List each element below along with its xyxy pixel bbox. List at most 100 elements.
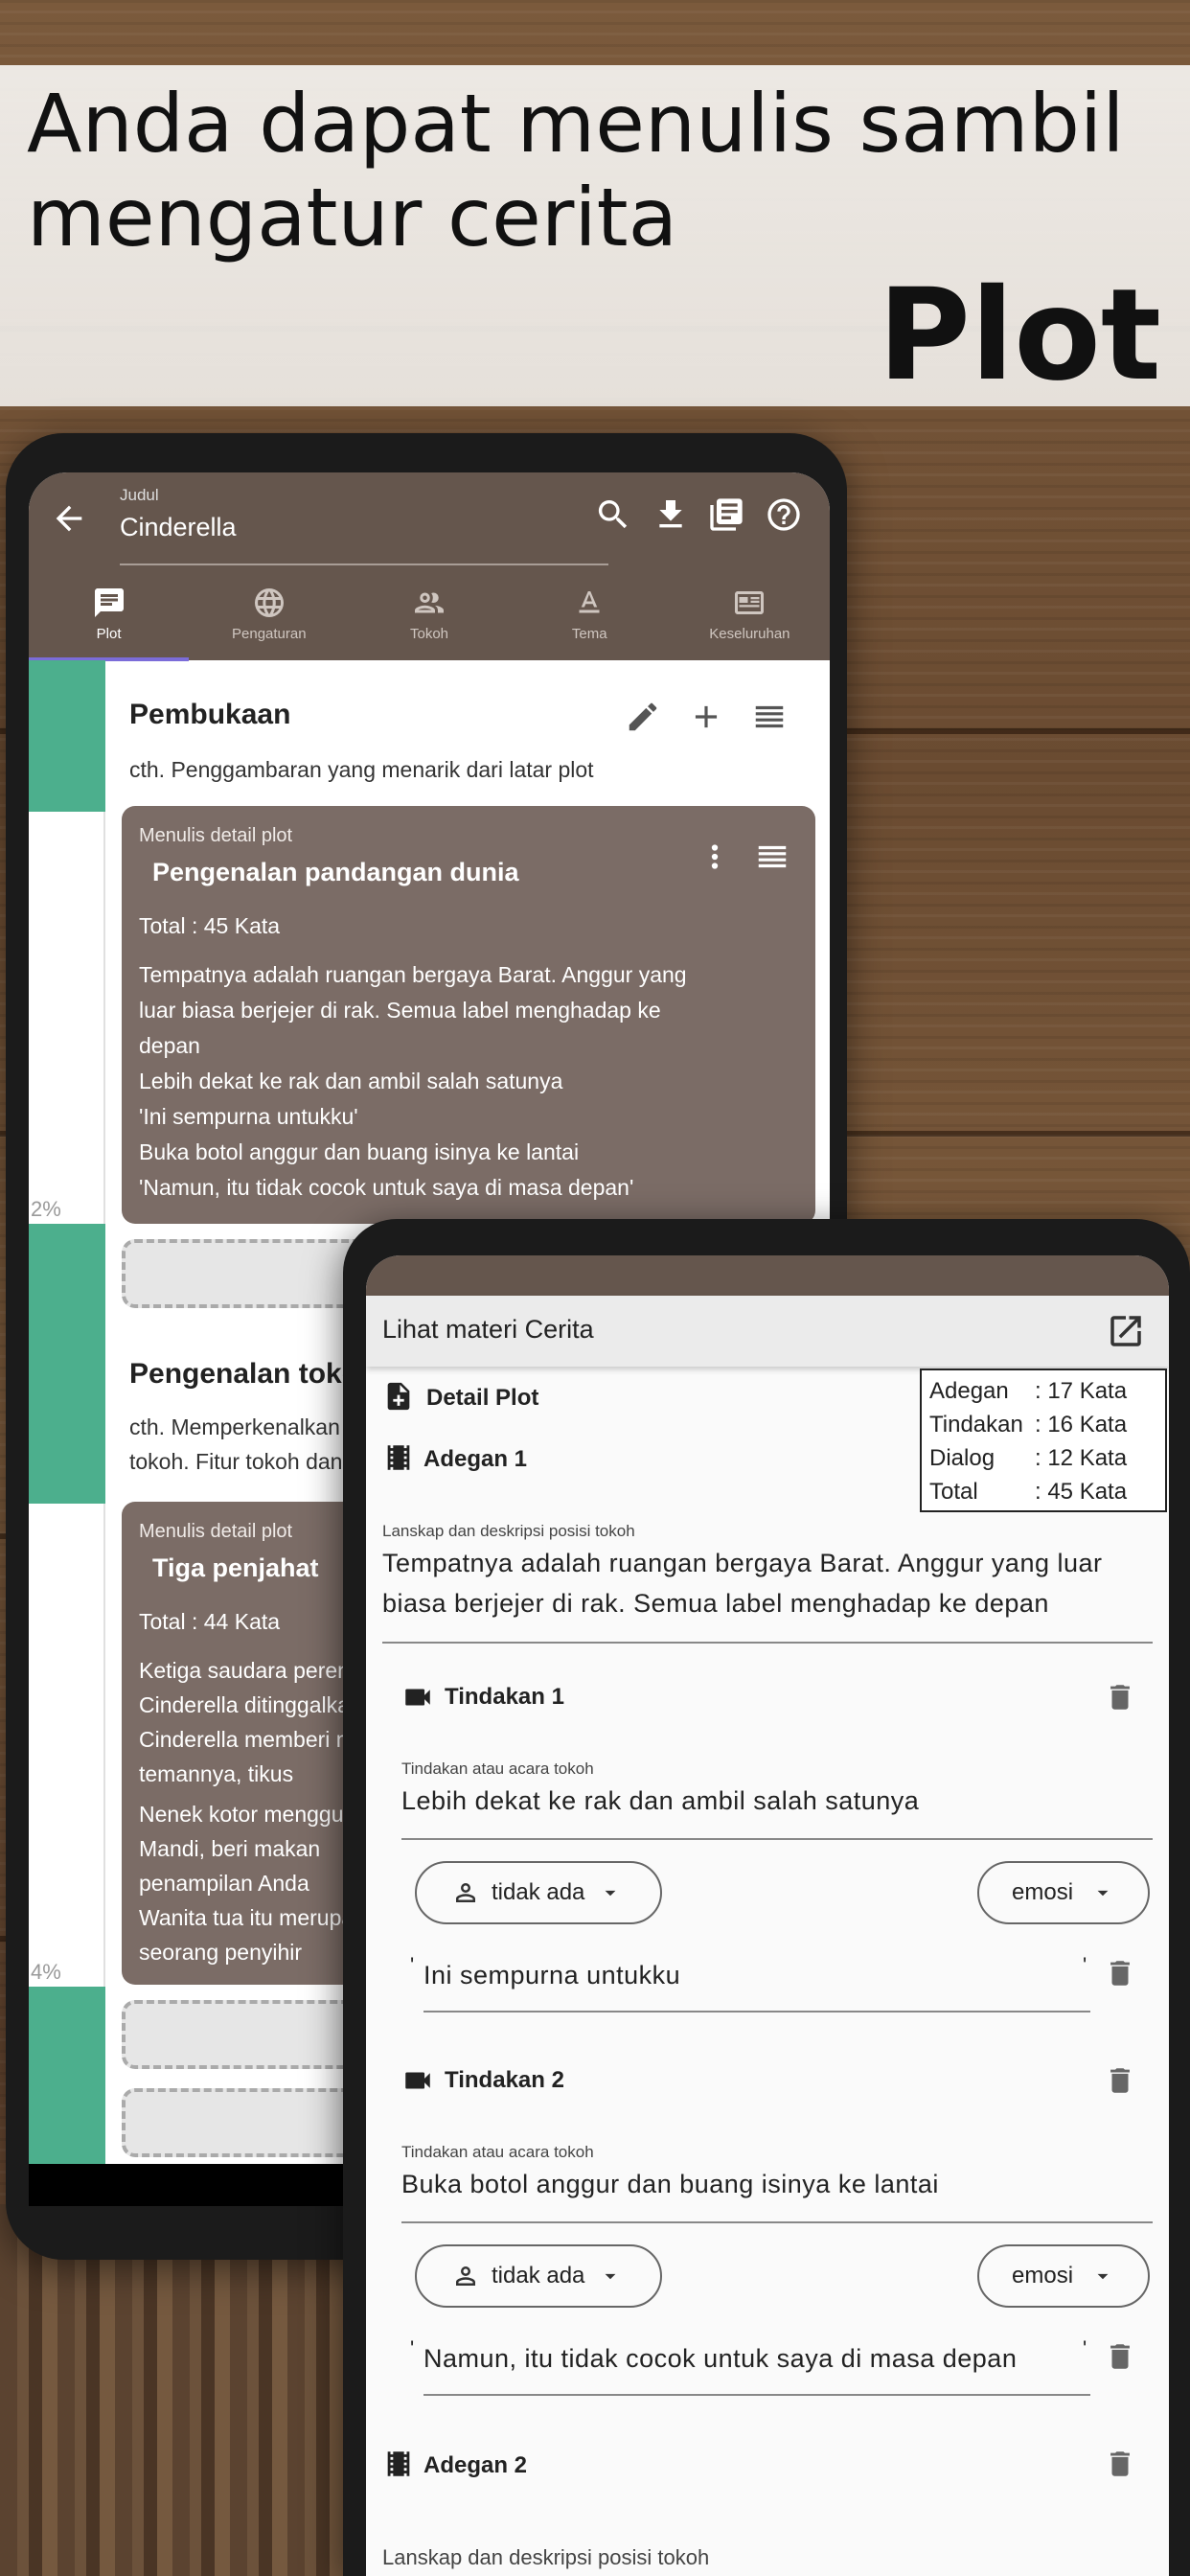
action-label: Tindakan atau acara tokoh — [401, 2143, 594, 2161]
plot-card[interactable]: Menulis detail plot Pengenalan pandangan… — [122, 806, 815, 1224]
action-title: Tindakan 1 — [445, 1684, 564, 1710]
rail-segment — [29, 1989, 105, 2164]
arrow-back-icon[interactable] — [50, 499, 88, 538]
title-field-label: Judul — [120, 486, 159, 504]
landscape-text-line: Tempatnya adalah ruangan bergaya Barat. … — [382, 1549, 1103, 1577]
action-text[interactable]: Buka botol anggur dan buang isinya ke la… — [401, 2164, 939, 2204]
title-field-input[interactable]: Cinderella — [120, 513, 237, 542]
stat-value: : 12 Kata — [1035, 1445, 1128, 1471]
tab-label: Keseluruhan — [709, 626, 790, 642]
delete-icon[interactable] — [1104, 1957, 1136, 1990]
word-count-box: Adegan : 17 Kata Tindakan : 16 Kata Dialog… — [920, 1368, 1167, 1512]
status-area — [366, 1255, 1169, 1296]
section-title: Pengenalan tokoh — [129, 1358, 378, 1390]
delete-icon[interactable] — [1104, 2064, 1136, 2097]
emotion-value: emosi — [1012, 1879, 1074, 1905]
open-in-new-icon[interactable] — [1106, 1311, 1146, 1351]
divider — [382, 1642, 1153, 1644]
stat-key: Dialog — [929, 1445, 995, 1471]
card-line: 'Ini sempurna untukku' — [139, 1104, 358, 1129]
videocam-icon — [405, 1689, 430, 1706]
download-icon[interactable] — [652, 495, 690, 534]
search-icon[interactable] — [594, 495, 632, 534]
help-icon[interactable] — [765, 495, 803, 534]
summary-icon — [735, 591, 765, 614]
tab-tema[interactable]: Tema — [510, 578, 670, 660]
more-vert-icon[interactable] — [697, 839, 733, 875]
card-title: Tiga penjahat — [152, 1553, 319, 1582]
emotion-dropdown[interactable]: emosi — [977, 1861, 1150, 1924]
videocam-icon — [405, 2072, 430, 2089]
card-line: Lebih dekat ke rak dan ambil salah satun… — [139, 1069, 563, 1093]
story-material-screen: Lihat materi Cerita Adegan : 17 Kata Tind… — [366, 1255, 1169, 2576]
tab-pengaturan[interactable]: Pengaturan — [189, 578, 349, 660]
rail-segment — [29, 660, 105, 812]
stat-row: Dialog : 12 Kata — [929, 1441, 1157, 1475]
stat-row: Total : 45 Kata — [929, 1475, 1157, 1508]
card-title: Pengenalan pandangan dunia — [152, 858, 519, 886]
delete-icon[interactable] — [1104, 1681, 1136, 1714]
tab-label: Plot — [96, 626, 122, 642]
section-title: Pembukaan — [129, 699, 291, 730]
emotion-value: emosi — [1012, 2263, 1074, 2288]
title-field-underline — [120, 564, 608, 565]
delete-icon[interactable] — [1104, 2448, 1136, 2480]
people-icon — [415, 592, 444, 613]
reorder-icon[interactable] — [751, 699, 788, 735]
reorder-icon[interactable] — [754, 839, 790, 875]
scene-title: Adegan 2 — [423, 2452, 528, 2478]
rail-segment — [29, 1226, 105, 1504]
card-label: Menulis detail plot — [139, 825, 293, 846]
tab-label: Tema — [571, 626, 607, 642]
dialog-text[interactable]: Ini sempurna untukku — [423, 1955, 680, 1995]
stat-row: Tindakan : 16 Kata — [929, 1408, 1157, 1441]
feature-title: Plot — [878, 262, 1161, 409]
card-line: 'Namun, itu tidak cocok untuk saya di ma… — [139, 1175, 634, 1200]
delete-icon[interactable] — [1104, 2340, 1136, 2373]
headline-line-2: mengatur cerita — [27, 171, 678, 264]
library-books-icon[interactable] — [707, 495, 745, 534]
add-icon[interactable] — [688, 699, 724, 735]
person-dropdown[interactable]: tidak ada — [415, 1861, 662, 1924]
movie-icon — [387, 2451, 410, 2476]
tab-keseluruhan[interactable]: Keseluruhan — [670, 578, 830, 660]
landscape-text[interactable]: Tempatnya adalah ruangan bergaya Barat. … — [382, 1543, 1149, 1623]
edit-icon[interactable] — [625, 699, 661, 735]
tab-plot[interactable]: Plot — [29, 578, 189, 660]
person-value: tidak ada — [492, 2263, 585, 2288]
stat-value: : 45 Kata — [1035, 1479, 1128, 1505]
progress-rail: 2% 4% — [29, 660, 105, 2164]
stat-key: Total — [929, 1479, 978, 1505]
quote-close: ' — [1083, 2336, 1087, 2360]
card-line: luar biasa berjejer di rak. Semua label … — [139, 998, 661, 1023]
divider — [401, 1838, 1153, 1840]
globe-icon — [254, 588, 284, 617]
action-title: Tindakan 2 — [445, 2067, 564, 2093]
app-bar: Judul Cinderella Plot Pengaturan Tokoh T… — [29, 472, 830, 661]
screen-title: Lihat materi Cerita — [382, 1315, 594, 1344]
tab-bar: Plot Pengaturan Tokoh Tema Keseluruhan — [29, 578, 830, 660]
stat-key: Adegan — [929, 1378, 1009, 1404]
dropdown-arrow-icon — [1097, 1890, 1109, 1897]
quote-open: ' — [410, 2336, 415, 2360]
dialog-text[interactable]: Namun, itu tidak cocok untuk saya di mas… — [423, 2338, 1017, 2379]
stat-value: : 17 Kata — [1035, 1378, 1128, 1404]
card-body: Tempatnya adalah ruangan bergaya Barat. … — [139, 957, 790, 1206]
landscape-label: Lanskap dan deskripsi posisi tokoh — [382, 1522, 635, 1540]
person-icon — [456, 2266, 475, 2286]
stat-key: Tindakan — [929, 1412, 1023, 1438]
stat-value: : 16 Kata — [1035, 1412, 1128, 1438]
stat-row: Adegan : 17 Kata — [929, 1374, 1157, 1408]
card-line: Tempatnya adalah ruangan bergaya Barat. … — [139, 962, 687, 987]
landscape-text-line: biasa berjejer di rak. Semua label mengh… — [382, 1589, 1049, 1618]
person-dropdown[interactable]: tidak ada — [415, 2244, 662, 2308]
emotion-dropdown[interactable]: emosi — [977, 2244, 1150, 2308]
tab-tokoh[interactable]: Tokoh — [349, 578, 509, 660]
action-text[interactable]: Lebih dekat ke rak dan ambil salah satun… — [401, 1781, 919, 1821]
dropdown-arrow-icon — [1097, 2273, 1109, 2280]
tab-label: Tokoh — [409, 626, 449, 642]
section-description: cth. Penggambaran yang menarik dari lata… — [129, 757, 594, 782]
promo-headline: Anda dapat menulis sambil mengatur cerit… — [27, 77, 1157, 264]
tab-label: Pengaturan — [232, 626, 307, 642]
note-add-icon — [387, 1382, 410, 1411]
